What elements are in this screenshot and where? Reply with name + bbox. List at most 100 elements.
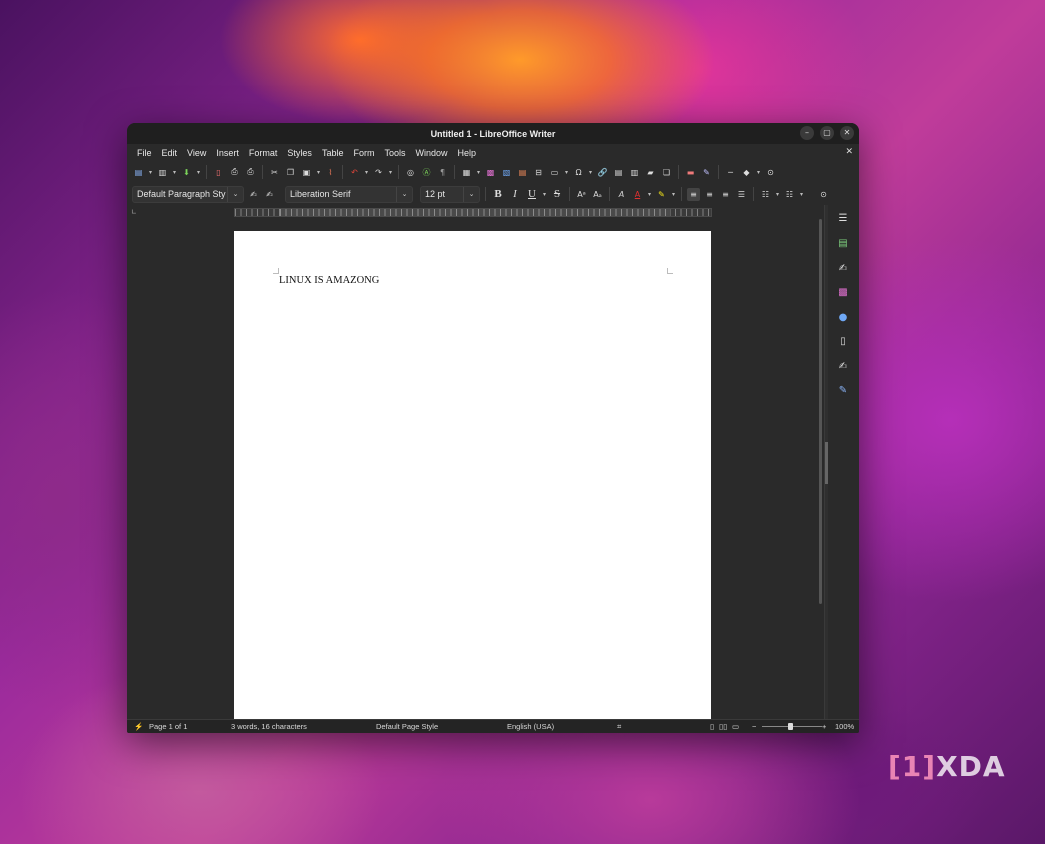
close-button[interactable]: ✕ [840, 126, 854, 140]
text-language[interactable]: English (USA) [507, 722, 554, 731]
insert-line-icon[interactable]: ─ [724, 166, 737, 179]
save-dropdown-icon[interactable]: ▾ [196, 169, 201, 176]
undo-icon[interactable]: ↶ [348, 166, 361, 179]
superscript-icon[interactable]: Aᵃ [575, 188, 588, 201]
minimize-button[interactable]: – [800, 126, 814, 140]
zoom-in-icon[interactable]: + [822, 722, 826, 731]
comment-icon[interactable]: ▬ [684, 166, 697, 179]
zoom-slider-handle[interactable] [788, 723, 793, 730]
scrollbar-thumb[interactable] [819, 219, 822, 604]
properties-icon[interactable]: ▤ [836, 236, 850, 250]
manage-changes-icon[interactable]: ✎ [836, 383, 850, 397]
clone-formatting-icon[interactable]: ⌇ [324, 166, 337, 179]
footnote-icon[interactable]: ▤ [612, 166, 625, 179]
menu-format[interactable]: Format [244, 148, 283, 158]
new-document-icon[interactable]: ▤ [132, 166, 145, 179]
field-dropdown-icon[interactable]: ▾ [564, 169, 569, 176]
toolbar-overflow-icon[interactable]: ⊙ [817, 188, 830, 201]
zoom-out-icon[interactable]: − [752, 722, 756, 731]
horizontal-ruler[interactable] [234, 208, 712, 217]
bullet-dropdown-icon[interactable]: ▾ [775, 191, 780, 198]
print-preview-icon[interactable]: ⎙ [244, 166, 257, 179]
new-style-icon[interactable]: ✍ [263, 188, 276, 201]
chevron-down-icon[interactable]: ⌄ [227, 186, 243, 202]
maximize-button[interactable]: ▢ [820, 126, 834, 140]
table-dropdown-icon[interactable]: ▾ [476, 169, 481, 176]
paste-dropdown-icon[interactable]: ▾ [316, 169, 321, 176]
close-document-icon[interactable]: ✕ [845, 146, 853, 157]
insert-field-icon[interactable]: ▭ [548, 166, 561, 179]
title-bar[interactable]: Untitled 1 - LibreOffice Writer – ▢ ✕ [127, 123, 859, 144]
new-dropdown-icon[interactable]: ▾ [148, 169, 153, 176]
document-text[interactable]: LINUX IS AMAZONG [279, 275, 379, 286]
document-area[interactable]: LINUX IS AMAZONG [127, 219, 824, 719]
character-icon[interactable]: 𝘈 [615, 188, 628, 201]
underline-button[interactable]: U [525, 188, 539, 200]
menu-edit[interactable]: Edit [157, 148, 183, 158]
toolbar-overflow-icon[interactable]: ⊙ [764, 166, 777, 179]
menu-help[interactable]: Help [452, 148, 481, 158]
font-color-icon[interactable]: A [631, 188, 644, 201]
redo-icon[interactable]: ↷ [372, 166, 385, 179]
bookmark-icon[interactable]: ▰ [644, 166, 657, 179]
align-left-icon[interactable]: ≡ [687, 187, 700, 201]
menu-view[interactable]: View [182, 148, 211, 158]
copy-icon[interactable]: ❐ [284, 166, 297, 179]
navigator-icon[interactable]: ● [836, 310, 850, 324]
single-page-view-icon[interactable]: ▯ [710, 722, 714, 731]
font-name-combo[interactable]: Liberation Serif ⌄ [285, 185, 413, 203]
book-view-icon[interactable]: ▭ [732, 722, 739, 731]
menu-tools[interactable]: Tools [379, 148, 410, 158]
underline-dropdown-icon[interactable]: ▾ [542, 191, 547, 198]
paste-icon[interactable]: ▣ [300, 166, 313, 179]
shapes-dropdown-icon[interactable]: ▾ [756, 169, 761, 176]
multi-page-view-icon[interactable]: ▯▯ [719, 722, 727, 731]
insert-chart-icon[interactable]: ▧ [500, 166, 513, 179]
page-icon[interactable]: ▯ [836, 334, 850, 348]
menu-styles[interactable]: Styles [282, 148, 317, 158]
document-page[interactable]: LINUX IS AMAZONG [234, 231, 711, 719]
bold-button[interactable]: B [491, 188, 505, 200]
menu-insert[interactable]: Insert [211, 148, 244, 158]
formatting-marks-icon[interactable]: ¶ [436, 166, 449, 179]
font-size-combo[interactable]: 12 pt ⌄ [420, 185, 480, 203]
ordered-list-icon[interactable]: ☷ [783, 188, 796, 201]
strikethrough-button[interactable]: S [550, 188, 564, 200]
menu-form[interactable]: Form [348, 148, 379, 158]
numbering-dropdown-icon[interactable]: ▾ [799, 191, 804, 198]
cut-icon[interactable]: ✂ [268, 166, 281, 179]
paragraph-style-combo[interactable]: Default Paragraph Sty ⌄ [132, 185, 244, 203]
save-icon[interactable]: ⬇ [180, 166, 193, 179]
italic-button[interactable]: I [508, 188, 522, 200]
insert-page-break-icon[interactable]: ⊟ [532, 166, 545, 179]
unordered-list-icon[interactable]: ☷ [759, 188, 772, 201]
page-style[interactable]: Default Page Style [376, 722, 438, 731]
special-character-icon[interactable]: Ω [572, 166, 585, 179]
insert-table-icon[interactable]: ▦ [460, 166, 473, 179]
chevron-down-icon[interactable]: ⌄ [396, 186, 412, 202]
justify-icon[interactable]: ☰ [735, 188, 748, 201]
menu-table[interactable]: Table [317, 148, 349, 158]
align-right-icon[interactable]: ≡ [719, 188, 732, 201]
export-pdf-icon[interactable]: ▯ [212, 166, 225, 179]
highlight-color-icon[interactable]: ✎ [655, 188, 668, 201]
sidebar-menu-icon[interactable]: ☰ [836, 211, 850, 225]
spelling-icon[interactable]: Ⓐ [420, 166, 433, 179]
zoom-level[interactable]: 100% [835, 722, 854, 731]
tab-stop-selector[interactable]: ∟ [131, 208, 137, 216]
highlight-dropdown-icon[interactable]: ▾ [671, 191, 676, 198]
cross-reference-icon[interactable]: ❏ [660, 166, 673, 179]
menu-window[interactable]: Window [410, 148, 452, 158]
font-color-dropdown-icon[interactable]: ▾ [647, 191, 652, 198]
templates-dropdown-icon[interactable]: ▾ [172, 169, 177, 176]
selection-mode-icon[interactable]: ⌗ [617, 722, 621, 732]
endnote-icon[interactable]: ▥ [628, 166, 641, 179]
align-center-icon[interactable]: ≡ [703, 188, 716, 201]
basic-shapes-icon[interactable]: ◆ [740, 166, 753, 179]
subscript-icon[interactable]: Aₐ [591, 188, 604, 201]
word-count[interactable]: 3 words, 16 characters [231, 722, 307, 731]
hyperlink-icon[interactable]: 🔗 [596, 166, 609, 179]
menu-file[interactable]: File [132, 148, 157, 158]
redo-dropdown-icon[interactable]: ▾ [388, 169, 393, 176]
track-changes-icon[interactable]: ✎ [700, 166, 713, 179]
